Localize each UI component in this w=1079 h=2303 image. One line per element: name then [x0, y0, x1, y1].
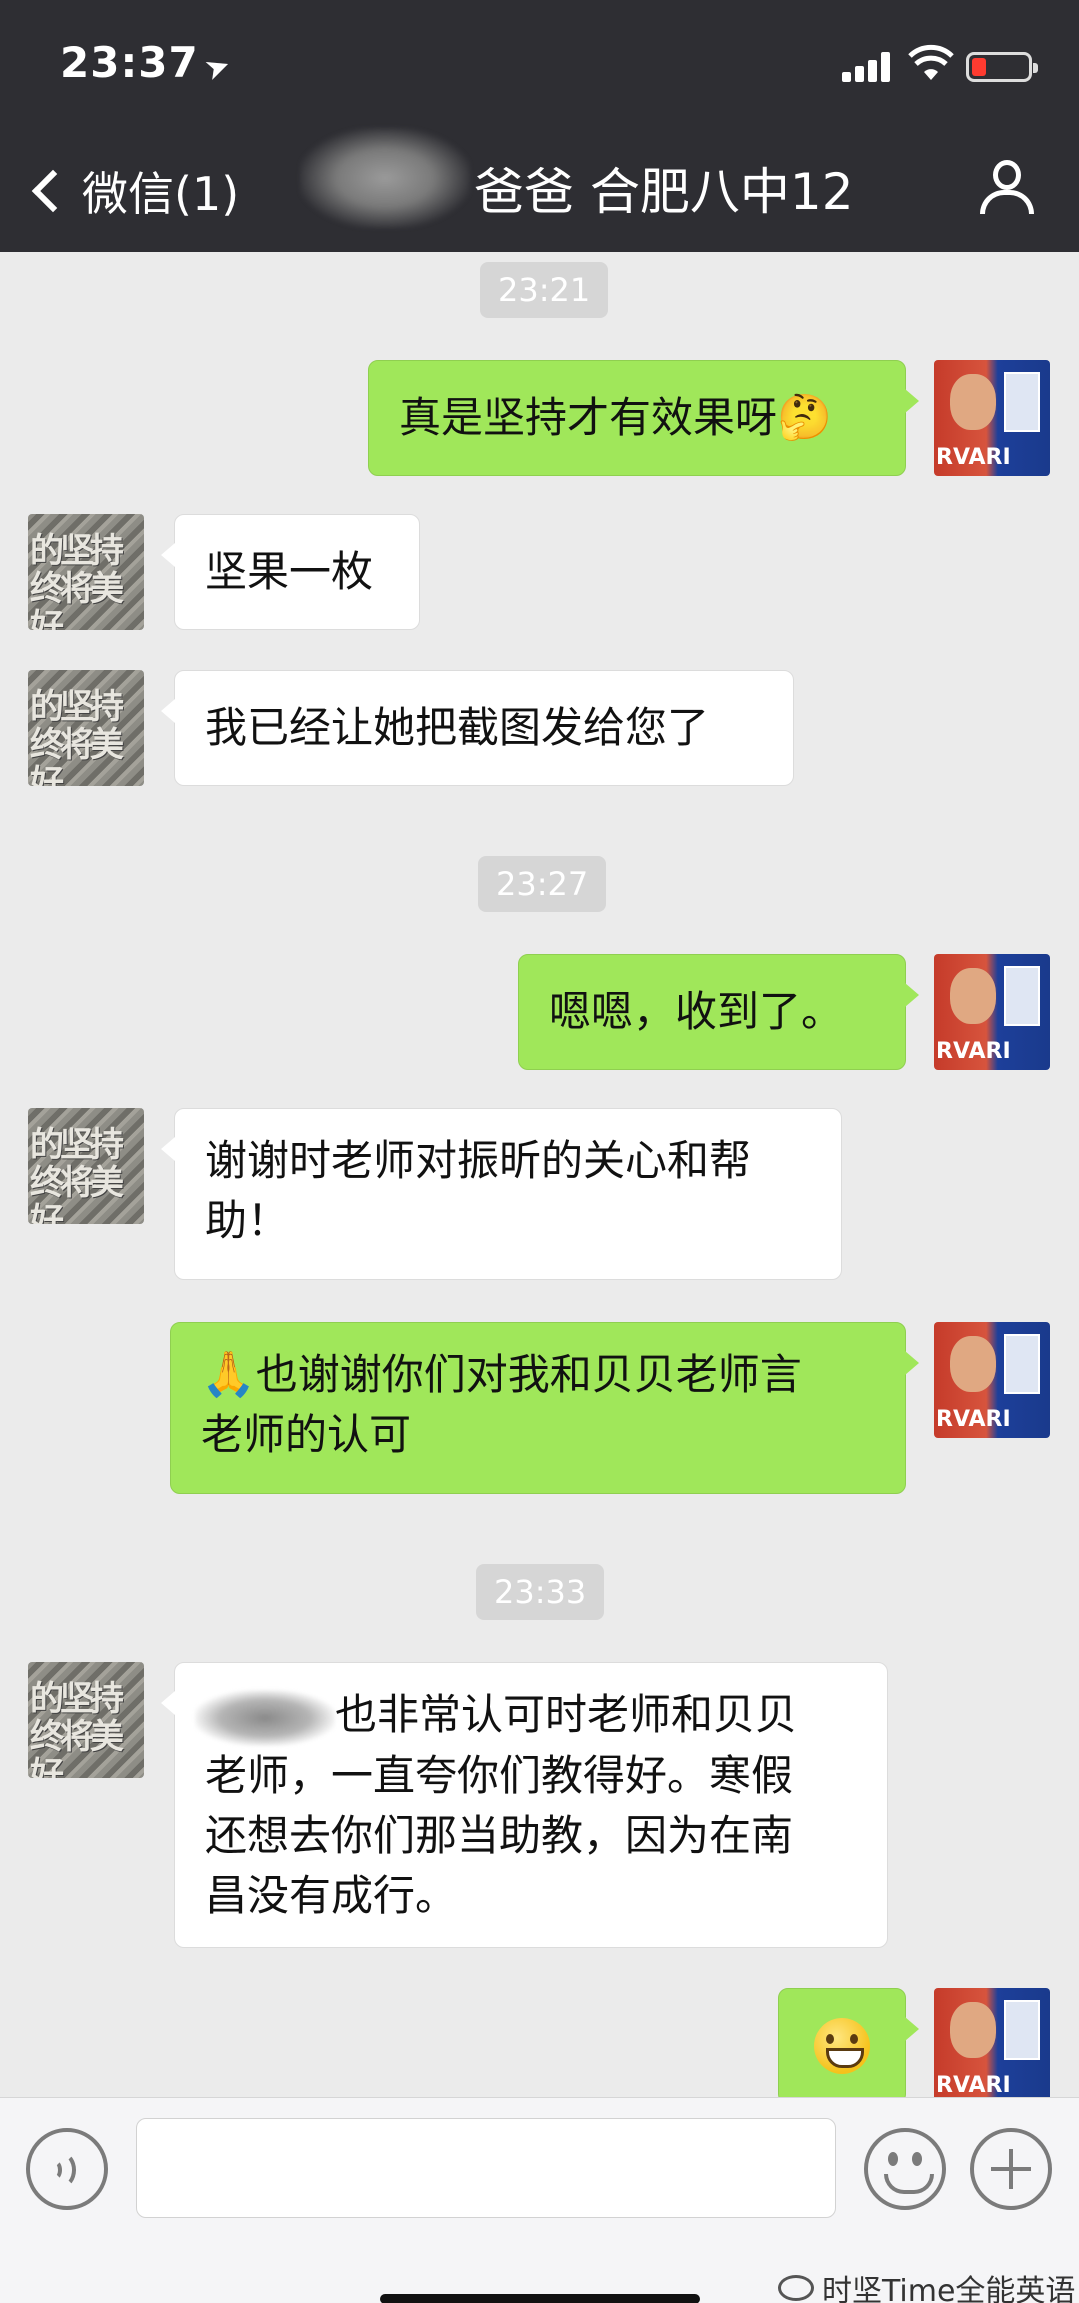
chat-title: 爸爸 合肥八中12: [474, 163, 854, 221]
avatar-contact-text: 的坚持: [30, 687, 124, 727]
avatar-contact-text: 终将美好: [30, 1717, 124, 1778]
avatar-self-text: RVARI: [936, 1039, 1011, 1064]
timestamp: 23:21: [480, 262, 609, 318]
back-label: 微信(1): [82, 167, 240, 221]
avatar-self-text: RVARI: [936, 1407, 1011, 1432]
emoji-icon[interactable]: [864, 2128, 946, 2210]
avatar-self[interactable]: RVARI: [934, 1322, 1050, 1438]
avatar-self[interactable]: RVARI: [934, 1988, 1050, 2104]
message-text: 助！: [205, 1196, 290, 1245]
watermark: 时坚Time全能英语: [778, 2266, 1075, 2303]
avatar-self-text: RVARI: [936, 2073, 1011, 2098]
thinking-emoji-icon: 🤔: [777, 392, 832, 443]
message-text: 我已经让她把截图发给您了: [205, 703, 710, 752]
avatar-contact-text: 终将美好: [30, 569, 124, 630]
voice-icon[interactable]: [26, 2128, 108, 2210]
message-text: 老师，一直夸你们教得好。寒假: [205, 1750, 794, 1800]
watermark-text: 时坚Time全能英语: [822, 2274, 1076, 2303]
avatar-self[interactable]: RVARI: [934, 360, 1050, 476]
message-text: 谢谢时老师对振昕的关心和帮: [205, 1136, 752, 1185]
message-text: 真是坚持才有效果呀: [399, 393, 778, 442]
avatar-contact-text: 的坚持: [30, 1125, 124, 1165]
status-time-text: 23:37: [60, 38, 199, 87]
message-text: 老师的认可: [201, 1410, 412, 1459]
avatar-self[interactable]: RVARI: [934, 954, 1050, 1070]
wechat-icon: [778, 2275, 814, 2301]
chat-area[interactable]: 23:21 真是坚持才有效果呀 🤔 RVARI 的坚持 终将美好 坚果一枚 的坚持终…: [0, 252, 1079, 2104]
input-bar: 时坚Time全能英语: [0, 2097, 1079, 2303]
avatar-contact[interactable]: 的坚持 终将美好: [28, 514, 144, 630]
profile-icon[interactable]: [980, 160, 1034, 216]
status-time: 23:37➤: [60, 38, 236, 88]
home-indicator: [380, 2294, 700, 2303]
navigation-header: 23:37➤ 微信(1) 爸爸 合肥八中12: [0, 0, 1079, 252]
message-text: 昌没有成行。: [205, 1870, 458, 1920]
back-button[interactable]: 微信(1): [28, 158, 239, 224]
back-chevron-icon: [31, 169, 75, 213]
message-bubble-received[interactable]: 坚果一枚: [161, 514, 420, 630]
avatar-contact-text: 终将美好: [30, 725, 124, 786]
timestamp: 23:33: [476, 1564, 605, 1620]
message-bubble-sent[interactable]: 嗯嗯，收到了。: [518, 954, 919, 1070]
message-text: 嗯嗯，收到了。: [549, 987, 844, 1036]
message-text: 也谢谢你们对我和贝贝老师言: [255, 1350, 802, 1399]
avatar-contact-text: 终将美好: [30, 1163, 124, 1224]
message-bubble-received[interactable]: 谢谢时老师对振昕的关心和帮 助！: [161, 1108, 842, 1280]
signal-icon: [842, 52, 894, 82]
message-bubble-sent[interactable]: 真是坚持才有效果呀 🤔: [368, 360, 919, 476]
plus-icon[interactable]: [970, 2128, 1052, 2210]
avatar-contact[interactable]: 的坚持 终将美好: [28, 1662, 144, 1778]
avatar-self-text: RVARI: [936, 445, 1011, 470]
message-input[interactable]: [136, 2118, 836, 2218]
avatar-contact-text: 的坚持: [30, 531, 124, 571]
location-arrow-icon: ➤: [199, 46, 237, 89]
redacted-name: [195, 1689, 335, 1746]
timestamp: 23:27: [478, 856, 607, 912]
message-text: 还想去你们那当助教，因为在南: [205, 1810, 794, 1860]
battery-icon: [966, 52, 1038, 82]
avatar-contact[interactable]: 的坚持 终将美好: [28, 1108, 144, 1224]
message-text: 坚果一枚: [205, 547, 374, 596]
message-bubble-sent[interactable]: [778, 1988, 919, 2104]
avatar-contact-text: 的坚持: [30, 1679, 124, 1719]
praying-hands-icon: 🙏: [201, 1349, 256, 1400]
message-bubble-received[interactable]: 我已经让她把截图发给您了: [161, 670, 794, 786]
message-bubble-received[interactable]: 也非常认可时老师和贝贝 老师，一直夸你们教得好。寒假 还想去你们那当助教，因为在…: [161, 1662, 888, 1948]
message-text: 也非常认可时老师和贝贝: [335, 1690, 798, 1739]
redacted-name: [300, 128, 470, 228]
message-bubble-sent[interactable]: 🙏也谢谢你们对我和贝贝老师言老师的认可: [170, 1322, 919, 1494]
grinning-face-icon: [814, 2018, 870, 2074]
wifi-icon: [908, 44, 954, 80]
avatar-contact[interactable]: 的坚持 终将美好: [28, 670, 144, 786]
